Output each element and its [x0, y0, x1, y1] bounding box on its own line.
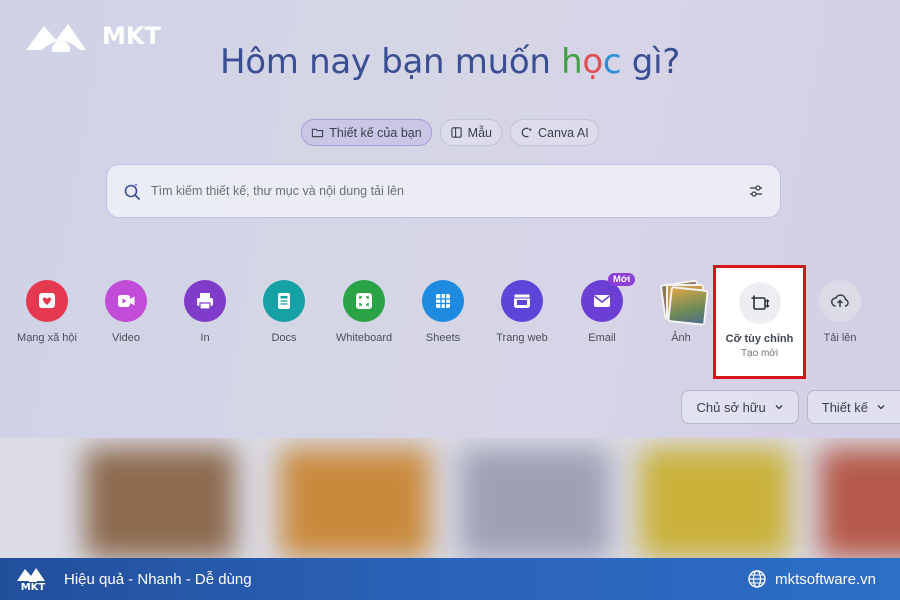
chevron-down-icon [775, 405, 783, 410]
folder-icon [312, 128, 324, 138]
search-bar[interactable] [106, 164, 781, 218]
chevron-down-icon [877, 405, 885, 410]
footer-slogan: Hiệu quả - Nhanh - Dễ dùng [64, 570, 252, 588]
tab-label: Thiết kế của bạn [329, 125, 422, 140]
footer-banner: MKT Hiệu quả - Nhanh - Dễ dùng mktsoftwa… [0, 558, 900, 600]
footer-website[interactable]: mktsoftware.vn [747, 569, 876, 589]
custom-size-sublabel: Tạo mới [740, 348, 779, 359]
design-tabs: Thiết kế của bạn Mẫu Canva AI [0, 119, 900, 146]
category-video[interactable]: Video [86, 280, 166, 344]
footer-logo-text: MKT [20, 581, 46, 593]
design-thumbnail[interactable] [280, 448, 430, 558]
cloud-upload-icon [819, 280, 861, 322]
headline-part1: Hôm nay bạn muốn [220, 42, 562, 82]
category-label: Email [588, 332, 616, 344]
category-print[interactable]: In [165, 280, 245, 344]
website-text: mktsoftware.vn [775, 570, 876, 588]
sheet-icon [422, 280, 464, 322]
category-photo[interactable]: Ảnh [641, 279, 721, 344]
headline-letter-c: c [602, 42, 622, 82]
mail-icon [581, 280, 623, 322]
custom-size-label: Cỡ tùy chỉnh [725, 333, 794, 345]
resize-icon [738, 282, 781, 324]
category-email[interactable]: Mới Email [562, 273, 642, 344]
category-label: Trang web [496, 332, 548, 344]
whiteboard-icon [343, 280, 385, 322]
web-icon [501, 280, 543, 322]
globe-icon [748, 570, 766, 588]
headline-letter-h: h [561, 42, 583, 82]
filter-bar: Chủ sở hữu Thiết kế [681, 390, 900, 424]
video-icon [105, 280, 147, 322]
doc-icon [263, 280, 305, 322]
search-input[interactable] [141, 183, 748, 199]
category-label: Ảnh [671, 332, 691, 344]
headline-part2: gì? [621, 42, 680, 82]
category-social-media[interactable]: Mạng xã hội [7, 280, 87, 344]
footer-logo: MKT [16, 566, 50, 593]
mountain-logo-icon [17, 567, 45, 582]
category-label: Docs [271, 332, 297, 344]
headline-letter-o: ọ [582, 42, 603, 82]
category-label: Mạng xã hội [17, 332, 77, 344]
category-label: Tải lên [823, 332, 857, 344]
printer-icon [184, 280, 226, 322]
page-headline: Hôm nay bạn muốn học gì? [0, 42, 900, 82]
custom-size-button[interactable]: Cỡ tùy chỉnh Tạo mới [713, 265, 806, 379]
design-thumbnails [0, 438, 900, 558]
design-thumbnail[interactable] [820, 448, 900, 558]
tab-your-designs[interactable]: Thiết kế của bạn [301, 119, 432, 146]
category-label: In [200, 332, 210, 344]
design-thumbnail[interactable] [640, 448, 790, 558]
design-thumbnail[interactable] [460, 448, 610, 558]
category-label: Sheets [425, 332, 461, 344]
filter-settings-icon[interactable] [748, 183, 764, 199]
category-sheets[interactable]: Sheets [403, 280, 483, 344]
tab-templates[interactable]: Mẫu [439, 119, 502, 146]
design-type-filter-dropdown[interactable]: Thiết kế [806, 390, 900, 424]
category-website[interactable]: Trang web [482, 280, 562, 344]
tab-canva-ai[interactable]: Canva AI [510, 119, 599, 146]
category-docs[interactable]: Docs [244, 280, 324, 344]
owner-filter-dropdown[interactable]: Chủ sở hữu [681, 390, 799, 424]
template-icon [450, 127, 462, 138]
category-label: Whiteboard [335, 332, 393, 344]
category-label: Video [112, 332, 140, 344]
new-badge: Mới [608, 273, 636, 286]
category-whiteboard[interactable]: Whiteboard [324, 280, 404, 344]
magic-search-icon [124, 183, 140, 200]
filter-label: Thiết kế [821, 399, 868, 415]
tab-label: Canva AI [538, 125, 589, 140]
filter-label: Chủ sở hữu [696, 399, 766, 415]
tab-label: Mẫu [467, 125, 492, 140]
category-upload[interactable]: Tải lên [800, 280, 880, 344]
photo-icon [659, 279, 709, 326]
design-thumbnail[interactable] [85, 448, 235, 558]
heart-icon [26, 280, 68, 322]
sparkle-icon [521, 127, 533, 138]
